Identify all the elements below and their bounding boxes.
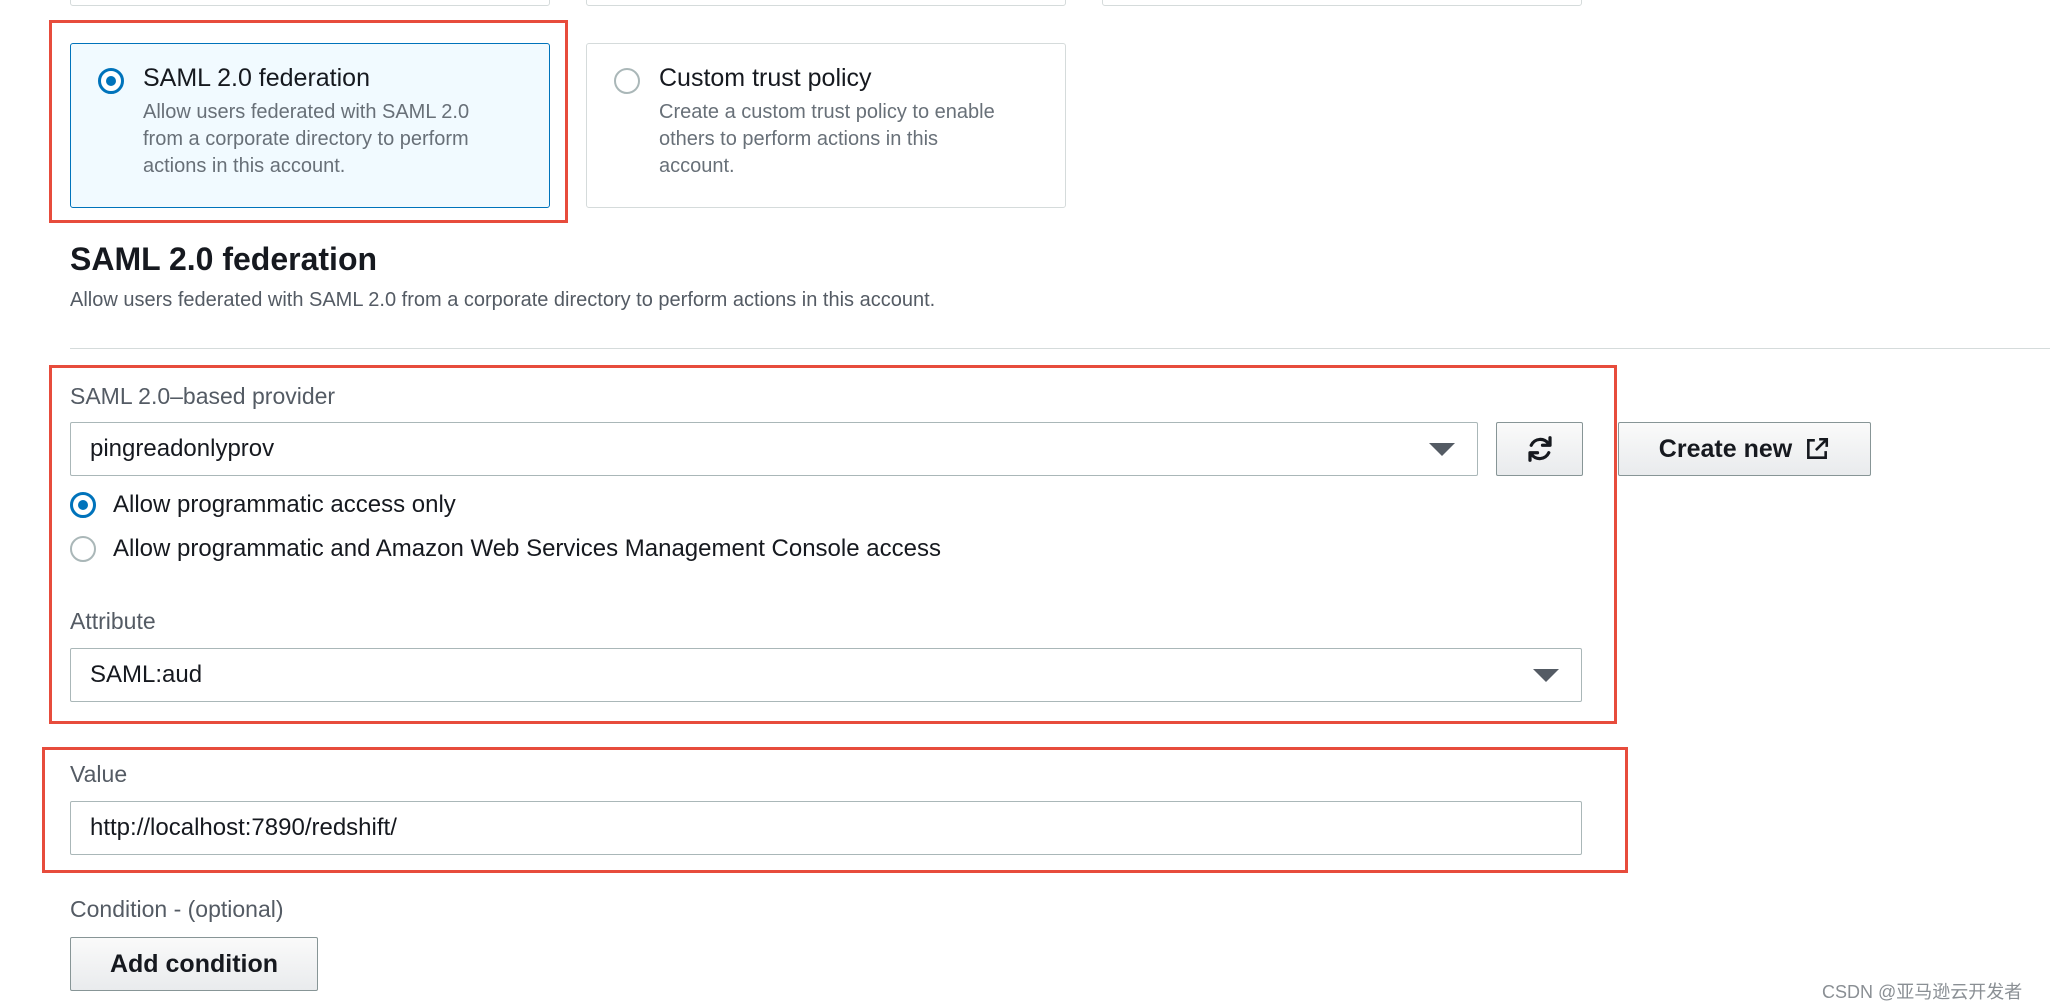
- top-card-2: [586, 0, 1066, 6]
- section-divider: [70, 348, 2050, 349]
- highlight-box-value: [42, 747, 1628, 873]
- section-description: Allow users federated with SAML 2.0 from…: [70, 289, 936, 311]
- add-condition-button[interactable]: Add condition: [70, 937, 318, 991]
- condition-label: Condition - (optional): [70, 896, 284, 922]
- create-new-button[interactable]: Create new: [1618, 422, 1871, 476]
- section-title: SAML 2.0 federation: [70, 241, 378, 277]
- watermark: CSDN @亚马逊云开发者: [1822, 982, 2023, 1002]
- custom-radio[interactable]: [614, 68, 640, 94]
- highlight-box-provider-attribute: [49, 365, 1617, 724]
- trust-card-custom[interactable]: Custom trust policy Create a custom trus…: [586, 43, 1066, 208]
- create-new-label: Create new: [1658, 434, 1793, 463]
- custom-card-description: Create a custom trust policy to enable o…: [659, 99, 995, 180]
- external-link-icon: [1807, 437, 1829, 459]
- add-condition-label: Add condition: [109, 949, 279, 978]
- highlight-box-saml-card: [49, 20, 568, 223]
- custom-desc-line: Create a custom trust policy to enable: [659, 101, 995, 123]
- custom-desc-line: account.: [659, 155, 735, 177]
- custom-card-title: Custom trust policy: [659, 64, 872, 92]
- top-card-3: [1102, 0, 1582, 6]
- top-card-1: [70, 0, 550, 6]
- custom-desc-line: others to perform actions in this: [659, 128, 939, 150]
